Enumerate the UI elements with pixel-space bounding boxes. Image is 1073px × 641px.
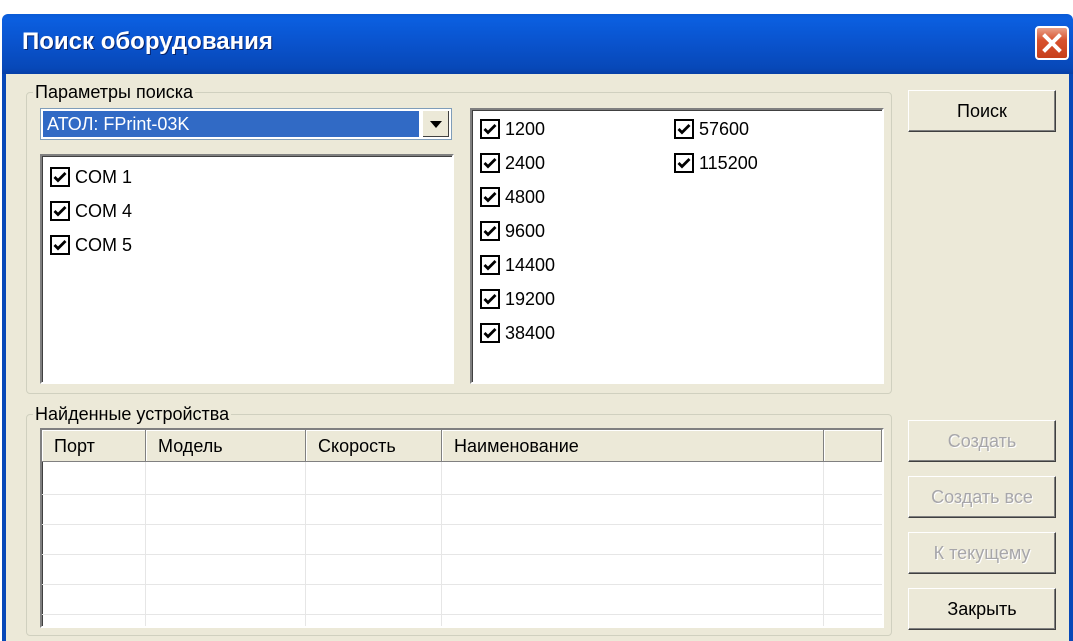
speed-checkbox-item[interactable]: 1200 [480, 116, 545, 142]
speed-label: 38400 [505, 322, 556, 343]
found-devices-label: Найденные устройства [33, 403, 232, 425]
close-button[interactable]: Закрыть [908, 588, 1056, 630]
checkbox[interactable] [50, 167, 70, 187]
checkbox[interactable] [674, 119, 694, 139]
devices-table-header: Порт Модель Скорость Наименование [42, 430, 882, 462]
checkbox[interactable] [480, 221, 500, 241]
speed-label: 57600 [699, 118, 750, 139]
dialog-body: Параметры поиска АТОЛ: FPrint-03K COM 1C… [2, 74, 1073, 641]
port-checkbox-item[interactable]: COM 4 [50, 198, 132, 224]
check-icon [483, 226, 497, 237]
checkbox[interactable] [480, 153, 500, 173]
checkbox[interactable] [480, 255, 500, 275]
check-icon [677, 158, 691, 169]
checkbox[interactable] [480, 187, 500, 207]
speed-label: 115200 [699, 152, 758, 173]
window-title: Поиск оборудования [22, 28, 273, 55]
checkbox[interactable] [480, 119, 500, 139]
speed-label: 14400 [505, 254, 556, 275]
checkbox[interactable] [480, 323, 500, 343]
column-header-extra [824, 430, 882, 462]
checkbox[interactable] [50, 235, 70, 255]
port-label: COM 5 [75, 234, 133, 255]
checkbox[interactable] [480, 289, 500, 309]
speed-list[interactable]: 1200 2400 4800 9600 14400 19200 38400 57600 1152… [470, 108, 884, 384]
check-icon [677, 124, 691, 135]
grid-divider [305, 462, 306, 626]
speed-checkbox-item[interactable]: 4800 [480, 184, 545, 210]
table-row[interactable] [42, 524, 882, 525]
table-row[interactable] [42, 584, 882, 585]
grid-divider [145, 462, 146, 626]
speed-checkbox-item[interactable]: 9600 [480, 218, 545, 244]
close-window-button[interactable] [1035, 26, 1069, 60]
create-all-button[interactable]: Создать все [908, 476, 1056, 518]
checkbox[interactable] [50, 201, 70, 221]
port-label: COM 1 [75, 166, 133, 187]
speed-label: 2400 [505, 152, 546, 173]
speed-checkbox-item[interactable]: 14400 [480, 252, 555, 278]
speed-label: 1200 [505, 118, 546, 139]
grid-divider [441, 462, 442, 626]
create-button[interactable]: Создать [908, 420, 1056, 462]
speed-checkbox-item[interactable]: 2400 [480, 150, 545, 176]
column-header-name[interactable]: Наименование [442, 430, 824, 462]
model-select-value: АТОЛ: FPrint-03K [43, 111, 419, 137]
column-header-speed[interactable]: Скорость [306, 430, 442, 462]
model-select[interactable]: АТОЛ: FPrint-03K [40, 108, 452, 140]
speed-label: 19200 [505, 288, 556, 309]
speed-label: 4800 [505, 186, 546, 207]
port-label: COM 4 [75, 200, 133, 221]
table-row[interactable] [42, 554, 882, 555]
checkbox[interactable] [674, 153, 694, 173]
search-params-label: Параметры поиска [33, 81, 196, 103]
speed-checkbox-item[interactable]: 38400 [480, 320, 555, 346]
search-button[interactable]: Поиск [908, 90, 1056, 132]
devices-table[interactable]: Порт Модель Скорость Наименование [40, 428, 884, 628]
port-checkbox-item[interactable]: COM 1 [50, 164, 132, 190]
column-header-port[interactable]: Порт [42, 430, 146, 462]
check-icon [483, 124, 497, 135]
table-row[interactable] [42, 614, 882, 615]
check-icon [53, 206, 67, 217]
check-icon [483, 158, 497, 169]
title-bar[interactable]: Поиск оборудования [2, 14, 1073, 74]
speed-checkbox-item[interactable]: 19200 [480, 286, 555, 312]
grid-divider [823, 462, 824, 626]
port-checkbox-item[interactable]: COM 5 [50, 232, 132, 258]
port-list[interactable]: COM 1 COM 4 COM 5 [40, 154, 454, 384]
column-header-model[interactable]: Модель [146, 430, 306, 462]
close-icon [1042, 33, 1062, 53]
speed-checkbox-item[interactable]: 115200 [674, 150, 758, 176]
check-icon [483, 192, 497, 203]
chevron-down-icon [430, 121, 442, 128]
dropdown-button[interactable] [422, 110, 450, 138]
table-row[interactable] [42, 494, 882, 495]
check-icon [483, 328, 497, 339]
clipped-document-text [0, 0, 1073, 10]
check-icon [53, 172, 67, 183]
speed-checkbox-item[interactable]: 57600 [674, 116, 749, 142]
check-icon [483, 260, 497, 271]
to-current-button[interactable]: К текущему [908, 532, 1056, 574]
check-icon [483, 294, 497, 305]
speed-label: 9600 [505, 220, 546, 241]
check-icon [53, 240, 67, 251]
